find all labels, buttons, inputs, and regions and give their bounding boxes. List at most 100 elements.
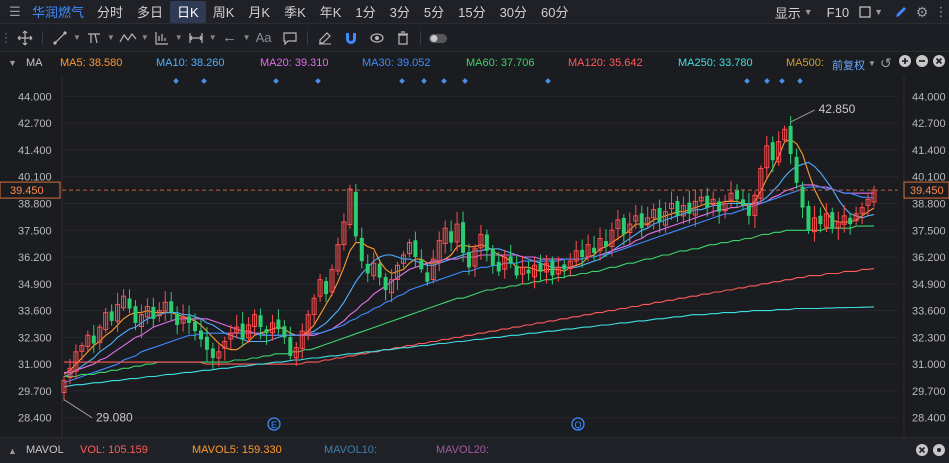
candle-body xyxy=(580,249,585,258)
candle-body xyxy=(198,330,203,340)
settings-gear-icon[interactable]: ⚙ xyxy=(911,4,933,21)
y-tick-label-right: 40.100 xyxy=(912,172,946,184)
candle-body xyxy=(538,263,543,272)
fib-icon[interactable] xyxy=(149,27,175,49)
period-tab[interactable]: 季K xyxy=(277,1,313,23)
text-icon[interactable]: Aa xyxy=(251,27,277,49)
signal-dot xyxy=(797,78,803,84)
y-tick-label-left: 37.500 xyxy=(18,225,52,237)
candle-body xyxy=(687,202,692,214)
y-tick-label-right: 41.400 xyxy=(912,145,946,157)
period-tab[interactable]: 60分 xyxy=(534,1,575,23)
y-tick-label-right: 32.300 xyxy=(912,332,946,344)
layout-box-icon[interactable] xyxy=(856,6,874,18)
settings-icon[interactable] xyxy=(932,443,946,457)
period-tab[interactable]: 15分 xyxy=(451,1,492,23)
comment-icon[interactable] xyxy=(277,27,303,49)
candle-body xyxy=(324,281,329,295)
candle-body xyxy=(657,207,662,223)
chevron-down-icon[interactable]: ▼ xyxy=(243,33,251,42)
candle-body xyxy=(91,335,96,344)
stock-name[interactable]: 华润燃气 xyxy=(26,2,90,21)
ma-legend-item: MA120: 35.642 xyxy=(568,57,643,69)
toggle-icon[interactable] xyxy=(425,27,451,49)
period-tab[interactable]: 多日 xyxy=(130,1,170,23)
high-annotation-label: 42.850 xyxy=(819,102,856,116)
candle-body xyxy=(193,321,198,332)
y-tick-label-left: 34.900 xyxy=(18,279,52,291)
candle-body xyxy=(133,306,138,323)
y-tick-label-right: 28.400 xyxy=(912,413,946,425)
period-tab[interactable]: 年K xyxy=(313,1,349,23)
more-dots-icon[interactable]: ⋮ xyxy=(933,4,949,20)
divider xyxy=(42,30,43,45)
period-tab[interactable]: 5分 xyxy=(417,1,451,23)
y-tick-label-left: 38.800 xyxy=(18,198,52,210)
period-tab[interactable]: 1分 xyxy=(348,1,382,23)
eraser-icon[interactable] xyxy=(312,27,338,49)
crosshair-icon[interactable] xyxy=(12,27,38,49)
signal-dot xyxy=(273,78,279,84)
mavol-label[interactable]: MAVOL xyxy=(26,444,64,456)
collapse-arrow-icon[interactable]: ▼ xyxy=(8,58,17,68)
measure-icon[interactable] xyxy=(183,27,209,49)
y-tick-label-left: 41.400 xyxy=(18,145,52,157)
candle-body xyxy=(383,276,388,290)
divider xyxy=(419,30,421,45)
period-tab[interactable]: 分时 xyxy=(90,1,130,23)
zoom-out-icon[interactable] xyxy=(915,54,929,68)
period-tab[interactable]: 月K xyxy=(241,1,277,23)
candle-body xyxy=(467,252,471,268)
magnet-icon[interactable] xyxy=(338,27,364,49)
line-icon[interactable] xyxy=(47,27,73,49)
low-leader-line xyxy=(63,399,93,419)
signal-dot xyxy=(545,78,551,84)
chevron-down-icon: ▼ xyxy=(803,7,813,17)
chevron-down-icon[interactable]: ▼ xyxy=(868,59,876,68)
reset-icon[interactable]: ↺ xyxy=(880,55,892,72)
pen-draw-icon[interactable] xyxy=(891,5,911,19)
candle-body xyxy=(204,336,209,350)
close-icon[interactable] xyxy=(932,54,946,68)
menu-icon[interactable]: ☰ xyxy=(4,4,26,20)
channel-icon[interactable] xyxy=(81,27,107,49)
chevron-down-icon[interactable]: ▼ xyxy=(175,33,183,42)
kline-chart[interactable]: 39.450 39.450 42.850 29.080 E Q 44.000 42.700 4… xyxy=(0,76,949,437)
chevron-down-icon[interactable]: ▼ xyxy=(107,33,115,42)
period-tab[interactable]: 日K xyxy=(170,0,206,23)
ma-label[interactable]: MA xyxy=(26,57,43,69)
signal-dot xyxy=(779,78,785,84)
adjust-mode-label[interactable]: 前复权 xyxy=(832,57,865,73)
candle-body xyxy=(514,265,519,276)
y-tick-label-left: 31.000 xyxy=(18,359,52,371)
collapse-arrow-icon[interactable]: ▲ xyxy=(8,446,17,456)
chevron-down-icon[interactable]: ▼ xyxy=(141,33,149,42)
chevron-down-icon[interactable]: ▼ xyxy=(73,33,81,42)
chevron-down-icon[interactable]: ▼ xyxy=(874,7,883,17)
display-menu-button[interactable]: 显示 ▼ xyxy=(768,1,820,23)
close-icon[interactable] xyxy=(915,443,929,457)
current-price-label-right: 39.450 xyxy=(910,185,944,197)
candle-body xyxy=(788,125,793,155)
candle-body xyxy=(425,272,430,282)
chevron-down-icon[interactable]: ▼ xyxy=(209,33,217,42)
ma-legend-item: MA500: xyxy=(786,57,824,69)
candle-body xyxy=(365,263,370,274)
event-marker-label: Q xyxy=(574,420,581,430)
candle-body xyxy=(717,201,722,212)
ma-legend-item: MA250: 33.780 xyxy=(678,57,753,69)
candle-body xyxy=(240,323,245,340)
f10-button[interactable]: F10 xyxy=(820,1,856,23)
period-tab[interactable]: 3分 xyxy=(383,1,417,23)
period-tab[interactable]: 周K xyxy=(206,1,242,23)
period-tab[interactable]: 30分 xyxy=(493,1,534,23)
signal-dot xyxy=(201,78,207,84)
candle-body xyxy=(353,191,358,237)
signal-dot xyxy=(744,78,750,84)
undo-icon[interactable]: ← xyxy=(217,27,243,49)
trash-icon[interactable] xyxy=(390,27,416,49)
wave-icon[interactable] xyxy=(115,27,141,49)
eye-icon[interactable] xyxy=(364,27,390,49)
candle-body xyxy=(461,222,466,253)
zoom-in-icon[interactable] xyxy=(898,54,912,68)
